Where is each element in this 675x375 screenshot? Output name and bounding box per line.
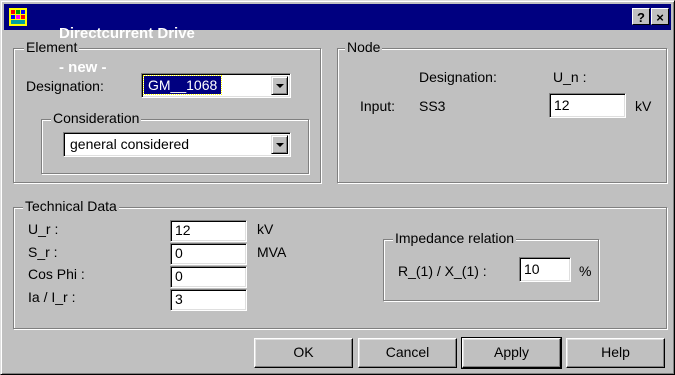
node-input-label: Input: [360,98,396,114]
designation-combobox[interactable]: GM__1068 [141,73,291,98]
impedance-label: R_(1) / X_(1) : [398,263,487,279]
help-button[interactable]: Help [566,338,665,368]
sr-unit: MVA [257,244,287,260]
consideration-legend: Consideration [51,110,142,126]
app-icon [9,8,27,26]
window-title: Directcurrent Drive [59,25,195,42]
ur-label: U_r : [28,221,59,237]
ur-input[interactable]: 12 [170,220,247,242]
cosphi-label: Cos Phi : [28,266,85,282]
ia-ir-label: Ia / I_r : [28,289,76,305]
sr-input[interactable]: 0 [170,243,247,265]
designation-label: Designation: [26,78,104,94]
dialog-window: Directcurrent Drive - new - ? × Element … [0,0,675,375]
impedance-input[interactable]: 10 [519,257,571,282]
impedance-relation-legend: Impedance relation [393,230,517,246]
element-legend: Element [24,39,80,55]
ia-ir-input[interactable]: 3 [170,289,247,311]
ur-unit: kV [257,221,274,237]
node-designation-header: Designation: [419,69,497,85]
designation-dropdown-button[interactable] [271,76,288,95]
node-legend: Node [345,39,383,55]
consideration-value: general considered [70,136,190,152]
ok-button[interactable]: OK [254,338,353,368]
designation-value: GM__1068 [142,75,223,95]
node-un-input[interactable]: 12 [549,93,626,118]
cosphi-input[interactable]: 0 [170,266,247,288]
node-input-designation: SS3 [419,98,446,114]
chevron-down-icon [276,143,284,147]
consideration-dropdown-button[interactable] [271,135,288,154]
technical-data-legend: Technical Data [23,198,119,214]
chevron-down-icon [276,84,284,88]
close-button[interactable]: × [651,8,669,25]
sr-label: S_r : [28,244,58,260]
node-un-header: U_n : [553,69,587,85]
consideration-combobox[interactable]: general considered [63,132,291,157]
apply-button[interactable]: Apply [461,337,562,369]
node-un-unit: kV [635,98,652,114]
help-title-button[interactable]: ? [632,8,650,25]
impedance-unit: % [579,263,592,279]
title-bar[interactable]: Directcurrent Drive - new - ? × [4,4,671,76]
cancel-button[interactable]: Cancel [358,338,457,368]
